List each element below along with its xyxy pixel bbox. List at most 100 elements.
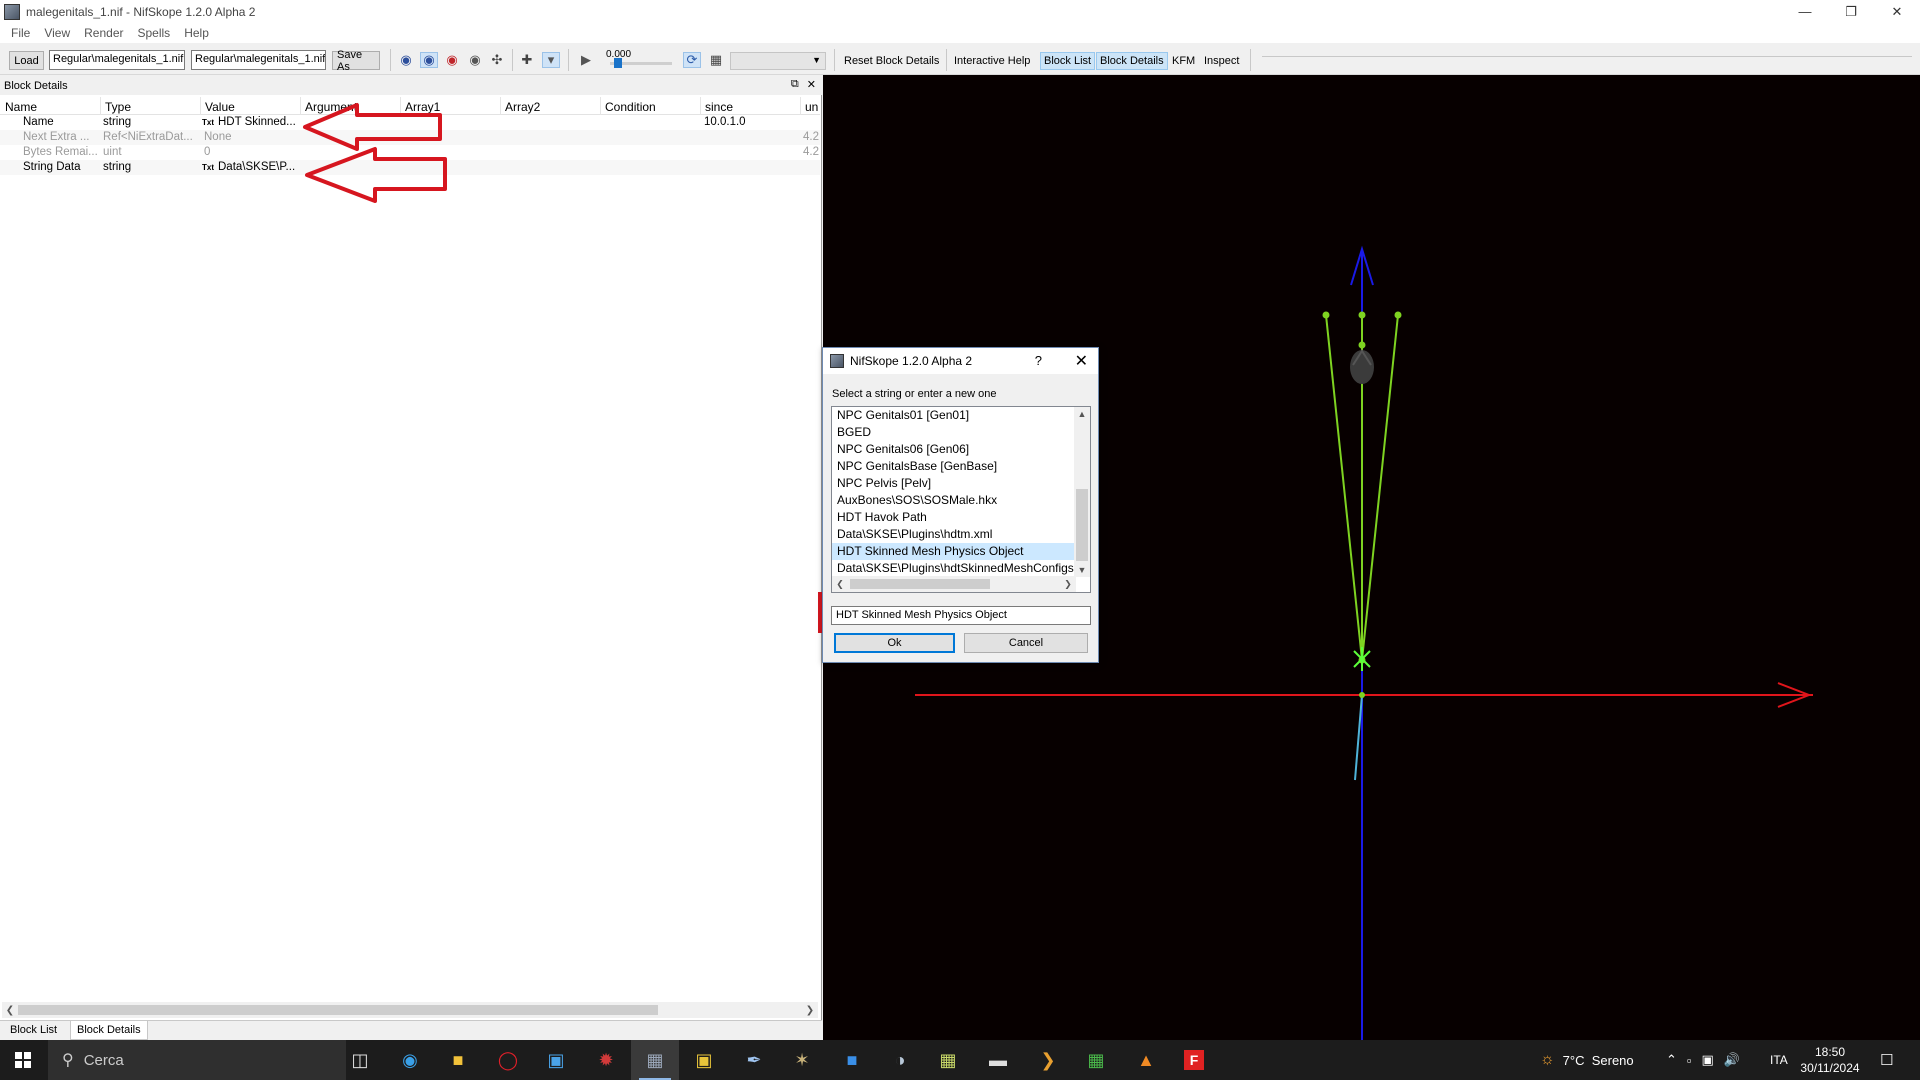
- animation-switch-icon[interactable]: ▦: [707, 52, 725, 68]
- spreadsheet-icon[interactable]: ▦: [1072, 1040, 1120, 1080]
- list-item[interactable]: NPC Genitals06 [Gen06]: [832, 441, 1090, 458]
- row-value-cell[interactable]: Txt HDT Skinned...: [202, 116, 298, 128]
- menu-file[interactable]: File: [4, 26, 37, 40]
- app-icon[interactable]: ✹: [582, 1040, 630, 1080]
- column-header-value[interactable]: Value: [205, 100, 235, 114]
- pen-tool-icon[interactable]: ✒: [730, 1040, 778, 1080]
- time-slider-thumb[interactable]: [614, 58, 622, 68]
- column-divider[interactable]: [500, 97, 501, 115]
- window-app-icon[interactable]: ■: [828, 1040, 876, 1080]
- folder-app-icon[interactable]: ▣: [680, 1040, 728, 1080]
- column-header-condition[interactable]: Condition: [605, 100, 656, 114]
- list-item-selected[interactable]: HDT Skinned Mesh Physics Object: [832, 543, 1090, 560]
- chevron-app-icon[interactable]: ❯: [1024, 1040, 1072, 1080]
- file-explorer-icon[interactable]: ■: [434, 1040, 482, 1080]
- tab-block-details[interactable]: Block Details: [70, 1021, 148, 1040]
- close-panel-icon[interactable]: ✕: [807, 78, 816, 91]
- horizontal-scrollbar[interactable]: ❮ ❯: [2, 1002, 818, 1018]
- reset-block-details-button[interactable]: Reset Block Details: [841, 52, 942, 70]
- view-eye-icon[interactable]: ◉: [397, 52, 415, 68]
- scroll-up-icon[interactable]: ▲: [1074, 407, 1090, 421]
- list-item[interactable]: AuxBones\SOS\SOSMale.hkx: [832, 492, 1090, 509]
- help-icon[interactable]: ?: [1035, 353, 1042, 368]
- scrollbar-thumb[interactable]: [850, 579, 990, 589]
- scrollbar-thumb[interactable]: [18, 1005, 658, 1015]
- list-item[interactable]: NPC GenitalsBase [GenBase]: [832, 458, 1090, 475]
- taskbar-search[interactable]: ⚲ Cerca: [48, 1040, 346, 1080]
- view-grey-eye-icon[interactable]: ◉: [466, 52, 484, 68]
- ok-button[interactable]: Ok: [834, 633, 955, 653]
- close-icon[interactable]: ✕: [1874, 0, 1920, 23]
- close-icon[interactable]: ✕: [1075, 351, 1088, 371]
- save-path-input[interactable]: Regular\malegenitals_1.nif: [191, 50, 326, 70]
- tab-block-list[interactable]: Block List: [4, 1021, 63, 1040]
- column-header-type[interactable]: Type: [105, 100, 131, 114]
- start-button[interactable]: [0, 1040, 46, 1080]
- view-red-eye-icon[interactable]: ◉: [443, 52, 461, 68]
- notification-icon[interactable]: ☐: [1880, 1040, 1893, 1080]
- chevron-up-icon[interactable]: ⌃: [1666, 1052, 1677, 1068]
- restore-icon[interactable]: ❐: [1828, 0, 1874, 23]
- terminal-icon[interactable]: ▬: [974, 1040, 1022, 1080]
- opera-icon[interactable]: ◯: [484, 1040, 532, 1080]
- block-list-toggle[interactable]: Block List: [1040, 52, 1096, 70]
- row-value-cell[interactable]: Txt Data\SKSE\P...: [202, 161, 298, 173]
- interactive-help-button[interactable]: Interactive Help: [951, 52, 1033, 70]
- menu-spells[interactable]: Spells: [131, 26, 178, 40]
- float-panel-icon[interactable]: ⧉: [791, 78, 799, 91]
- figure-icon[interactable]: ✣: [488, 52, 506, 68]
- view-wire-icon[interactable]: ◉: [420, 52, 438, 68]
- chevron-down-icon[interactable]: ▾: [542, 52, 560, 68]
- column-header-since[interactable]: since: [705, 100, 733, 114]
- save-as-button[interactable]: Save As: [332, 49, 380, 73]
- volume-icon[interactable]: 🔊: [1724, 1052, 1740, 1068]
- meet-now-icon[interactable]: ▫: [1687, 1053, 1692, 1068]
- language-indicator[interactable]: ITA: [1770, 1040, 1788, 1080]
- nifskope-taskbar-icon[interactable]: ▦: [631, 1040, 679, 1080]
- scroll-right-icon[interactable]: ❯: [1060, 576, 1076, 592]
- list-item[interactable]: NPC Pelvis [Pelv]: [832, 475, 1090, 492]
- menu-render[interactable]: Render: [77, 26, 130, 40]
- inspect-button[interactable]: Inspect: [1201, 52, 1242, 70]
- column-header-name[interactable]: Name: [5, 100, 37, 114]
- scroll-down-icon[interactable]: ▼: [1074, 563, 1090, 577]
- column-divider[interactable]: [700, 97, 701, 115]
- axes-icon[interactable]: ✚: [518, 52, 536, 68]
- list-item[interactable]: Data\SKSE\Plugins\hdtSkinnedMeshConfigs: [832, 560, 1090, 577]
- edge-icon[interactable]: ◉: [386, 1040, 434, 1080]
- scrollbar-thumb[interactable]: [1076, 489, 1088, 561]
- network-icon[interactable]: ▣: [1702, 1052, 1714, 1068]
- scroll-right-icon[interactable]: ❯: [802, 1002, 818, 1018]
- menu-view[interactable]: View: [37, 26, 77, 40]
- red-f-app-icon[interactable]: F: [1170, 1040, 1218, 1080]
- horizontal-scrollbar[interactable]: ❮ ❯: [832, 576, 1076, 592]
- minimize-icon[interactable]: —: [1782, 0, 1828, 23]
- scroll-left-icon[interactable]: ❮: [832, 576, 848, 592]
- vlc-icon[interactable]: ▲: [1122, 1040, 1170, 1080]
- column-header-array2[interactable]: Array2: [505, 100, 540, 114]
- column-divider[interactable]: [100, 97, 101, 115]
- kfm-button[interactable]: KFM: [1169, 52, 1198, 70]
- scroll-left-icon[interactable]: ❮: [2, 1002, 18, 1018]
- image-viewer-icon[interactable]: ▦: [924, 1040, 972, 1080]
- column-header-until[interactable]: un: [805, 100, 818, 114]
- column-divider[interactable]: [600, 97, 601, 115]
- string-list[interactable]: NPC Genitals01 [Gen01] BGED NPC Genitals…: [831, 406, 1091, 593]
- load-button[interactable]: Load: [9, 51, 44, 70]
- animation-select[interactable]: ▼: [730, 52, 826, 70]
- column-divider[interactable]: [200, 97, 201, 115]
- load-path-input[interactable]: Regular\malegenitals_1.nif: [49, 50, 185, 70]
- list-item[interactable]: NPC Genitals01 [Gen01]: [832, 407, 1090, 424]
- store-icon[interactable]: ▣: [532, 1040, 580, 1080]
- string-input[interactable]: HDT Skinned Mesh Physics Object: [831, 606, 1091, 625]
- task-view-icon[interactable]: ◫: [336, 1040, 384, 1080]
- paint-icon[interactable]: ◑: [876, 1040, 924, 1080]
- block-details-toggle[interactable]: Block Details: [1096, 52, 1168, 70]
- clock[interactable]: 18:50 30/11/2024: [1800, 1040, 1860, 1080]
- cancel-button[interactable]: Cancel: [964, 633, 1088, 653]
- creation-kit-icon[interactable]: ✶: [778, 1040, 826, 1080]
- list-item[interactable]: Data\SKSE\Plugins\hdtm.xml: [832, 526, 1090, 543]
- column-divider[interactable]: [800, 97, 801, 115]
- play-icon[interactable]: ▶: [577, 52, 595, 68]
- list-item[interactable]: BGED: [832, 424, 1090, 441]
